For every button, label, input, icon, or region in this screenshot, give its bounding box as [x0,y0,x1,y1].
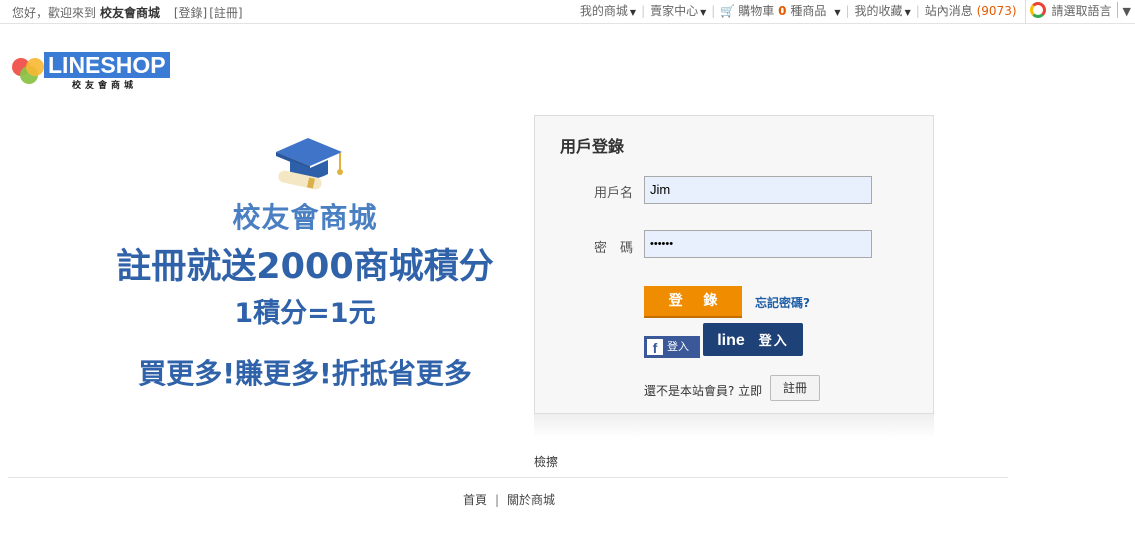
site-logo[interactable]: LINESHOP 校友會商城 [10,52,190,92]
password-input[interactable]: •••••• [644,230,872,258]
cart-count: 0 [778,4,787,18]
seller-center-menu[interactable]: 賣家中心 ▼ [650,0,706,24]
cart-label: 購物車 [738,4,775,18]
promo-rate: 1積分=1元 [234,298,376,329]
promo-slogan: 買更多!賺更多!折抵省更多 [138,357,472,390]
line-logo-text: line [717,332,745,349]
login-panel: 用戶登錄 用戶名 Jim 密 碼 •••••• 登 錄 忘記密碼? f 登入 li… [534,115,934,414]
password-label: 密 碼 [593,241,633,256]
language-label: 請選取語言 [1051,4,1112,18]
facebook-login-label: 登入 [667,340,689,353]
footer-about-link[interactable]: 關於商城 [507,493,555,507]
graduation-cap-icon [100,130,510,194]
panel-shadow [534,414,934,438]
forgot-password-link[interactable]: 忘記密碼? [755,294,810,311]
register-button[interactable]: 註冊 [770,375,820,401]
facebook-icon: f [647,339,663,356]
google-icon [1029,2,1046,18]
footer-home-link[interactable]: 首頁 [463,493,487,507]
my-shop-menu[interactable]: 我的商城 ▼ [580,0,636,24]
cart-menu[interactable]: 🛒 購物車 0 種商品 ▼ [720,0,840,24]
greeting-text: 您好，歡迎來到 [12,6,97,20]
divider: | [641,4,646,18]
caret-down-icon: ▼ [700,8,707,17]
messages-label: 站內消息 [924,4,973,18]
facebook-login-button[interactable]: f 登入 [644,336,700,358]
divider [1116,2,1118,18]
shop-name: 校友會商城 [100,6,161,20]
top-bar: 您好，歡迎來到 校友會商城 [登錄] [註冊] 我的商城 ▼ | 賣家中心 ▼ | 🛒 購物車 0… [0,0,1135,24]
login-link[interactable]: [登錄] [174,6,207,20]
promo-title: 校友會商城 [232,201,378,234]
promo-headline: 註冊就送2000商城積分 [116,247,494,287]
seller-center-label: 賣家中心 [650,4,699,18]
favorites-label: 我的收藏 [854,4,903,18]
footer-divider [8,477,1008,478]
note-text: 檢擦 [534,455,559,469]
not-member-text: 還不是本站會員? 立即 [644,384,763,398]
caret-down-icon: ▼ [834,8,841,17]
line-login-label: 登入 [758,334,789,349]
login-title: 用戶登錄 [560,137,625,156]
promo-banner: 校友會商城 註冊就送2000商城積分 1積分=1元 買更多!賺更多!折抵省更多 [100,130,510,392]
divider: | [845,4,850,18]
top-nav: 我的商城 ▼ | 賣家中心 ▼ | 🛒 購物車 0 種商品 ▼ | 我的收藏 ▼ | 站內消息 (9073… [580,0,1135,24]
footer-separator: | [494,493,500,507]
footer-links: 首頁 | 關於商城 [0,491,1018,508]
my-shop-label: 我的商城 [579,4,628,18]
divider: | [915,4,920,18]
register-link[interactable]: [註冊] [209,6,242,20]
welcome-area: 您好，歡迎來到 校友會商城 [登錄] [註冊] [12,4,243,21]
line-login-button[interactable]: line 登入 [703,323,803,356]
caret-down-icon: ▼ [904,8,911,17]
caret-down-icon: ▼ [629,8,637,17]
login-button[interactable]: 登 錄 [644,286,742,318]
logo-dot [26,58,44,76]
logo-text: LINESHOP [44,52,170,78]
cart-unit: 種商品 [790,4,827,18]
cart-icon: 🛒 [720,4,736,18]
favorites-menu[interactable]: 我的收藏 ▼ [855,0,911,24]
logo-subtitle: 校友會商城 [72,81,138,91]
language-selector[interactable]: 請選取語言 ▼ [1024,0,1135,24]
username-input[interactable]: Jim [644,176,872,204]
messages-link[interactable]: 站內消息 (9073) [925,0,1017,22]
messages-count: (9073) [976,4,1017,18]
username-label: 用戶名 [593,186,633,201]
divider: | [711,4,716,18]
caret-down-icon: ▼ [1122,5,1131,18]
